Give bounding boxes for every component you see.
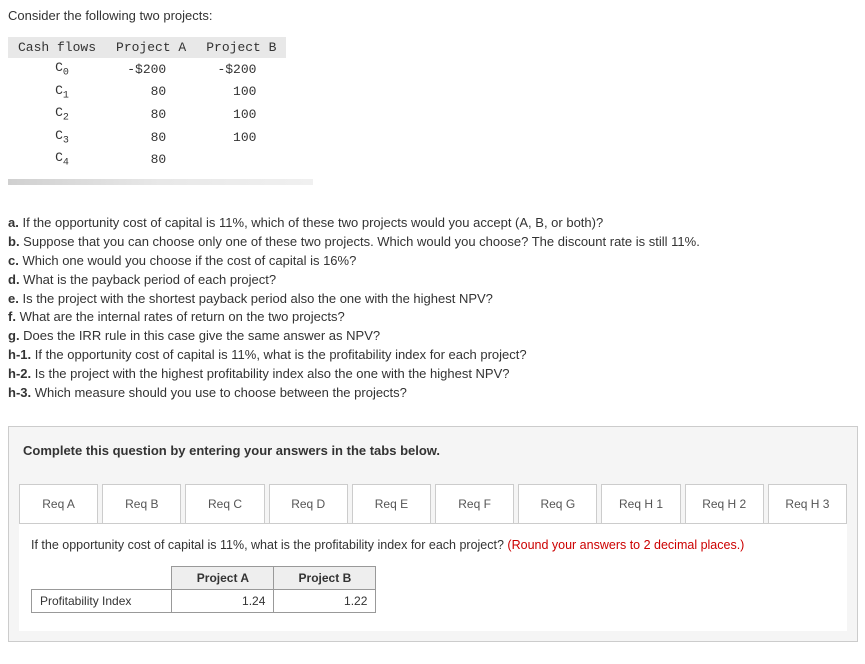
cell-b: 100 bbox=[196, 126, 286, 149]
tab-content: If the opportunity cost of capital is 11… bbox=[19, 523, 847, 631]
question-line: e. Is the project with the shortest payb… bbox=[8, 291, 858, 308]
answer-section: Complete this question by entering your … bbox=[8, 426, 858, 642]
question-letter: h-3. bbox=[8, 385, 35, 400]
question-letter: a. bbox=[8, 215, 22, 230]
question-line: d. What is the payback period of each pr… bbox=[8, 272, 858, 289]
tab-req-e[interactable]: Req E bbox=[352, 484, 431, 523]
cell-a: 80 bbox=[106, 148, 196, 171]
question-text: Does the IRR rule in this case give the … bbox=[23, 328, 380, 343]
cell-b bbox=[196, 148, 286, 171]
cell-a: -$200 bbox=[106, 58, 196, 81]
cell-b: -$200 bbox=[196, 58, 286, 81]
tab-req-h-3[interactable]: Req H 3 bbox=[768, 484, 847, 523]
intro-text: Consider the following two projects: bbox=[8, 8, 858, 23]
cell-b: 100 bbox=[196, 81, 286, 104]
tab-req-d[interactable]: Req D bbox=[269, 484, 348, 523]
question-letter: e. bbox=[8, 291, 22, 306]
question-text: Is the project with the shortest payback… bbox=[22, 291, 492, 306]
question-line: b. Suppose that you can choose only one … bbox=[8, 234, 858, 251]
question-letter: h-1. bbox=[8, 347, 35, 362]
question-text: Which one would you choose if the cost o… bbox=[22, 253, 356, 268]
tab-req-g[interactable]: Req G bbox=[518, 484, 597, 523]
table-row: C0-$200-$200 bbox=[8, 58, 286, 81]
cell-b: 100 bbox=[196, 103, 286, 126]
row-label: C3 bbox=[8, 126, 106, 149]
tab-req-a[interactable]: Req A bbox=[19, 484, 98, 523]
question-text: Which measure should you use to choose b… bbox=[35, 385, 407, 400]
tab-req-f[interactable]: Req F bbox=[435, 484, 514, 523]
question-text: Is the project with the highest profitab… bbox=[35, 366, 510, 381]
tabs-container: Req AReq BReq CReq DReq EReq FReq GReq H… bbox=[9, 484, 857, 523]
question-text: What are the internal rates of return on… bbox=[20, 309, 345, 324]
table-row: C480 bbox=[8, 148, 286, 171]
tab-instruction: If the opportunity cost of capital is 11… bbox=[31, 538, 835, 552]
question-letter: b. bbox=[8, 234, 23, 249]
question-text: If the opportunity cost of capital is 11… bbox=[22, 215, 603, 230]
col-header: Project A bbox=[172, 566, 274, 589]
table-row: C280100 bbox=[8, 103, 286, 126]
instruction-text: If the opportunity cost of capital is 11… bbox=[31, 538, 507, 552]
questions-block: a. If the opportunity cost of capital is… bbox=[8, 215, 858, 402]
question-line: h-2. Is the project with the highest pro… bbox=[8, 366, 858, 383]
question-text: Suppose that you can choose only one of … bbox=[23, 234, 700, 249]
question-letter: f. bbox=[8, 309, 20, 324]
row-label: C4 bbox=[8, 148, 106, 171]
row-label: C2 bbox=[8, 103, 106, 126]
tab-req-h-1[interactable]: Req H 1 bbox=[601, 484, 680, 523]
question-line: f. What are the internal rates of return… bbox=[8, 309, 858, 326]
tab-req-c[interactable]: Req C bbox=[185, 484, 264, 523]
question-line: h-3. Which measure should you use to cho… bbox=[8, 385, 858, 402]
table-row: C380100 bbox=[8, 126, 286, 149]
value-project-a[interactable]: 1.24 bbox=[172, 589, 274, 612]
col-header: Project B bbox=[196, 37, 286, 58]
answer-prompt: Complete this question by entering your … bbox=[9, 427, 857, 474]
col-header: Cash flows bbox=[8, 37, 106, 58]
question-letter: d. bbox=[8, 272, 23, 287]
blank-header bbox=[32, 566, 172, 589]
cell-a: 80 bbox=[106, 81, 196, 104]
question-letter: h-2. bbox=[8, 366, 35, 381]
cell-a: 80 bbox=[106, 103, 196, 126]
table-row: C180100 bbox=[8, 81, 286, 104]
row-label: C0 bbox=[8, 58, 106, 81]
question-letter: c. bbox=[8, 253, 22, 268]
question-line: a. If the opportunity cost of capital is… bbox=[8, 215, 858, 232]
question-line: h-1. If the opportunity cost of capital … bbox=[8, 347, 858, 364]
cell-a: 80 bbox=[106, 126, 196, 149]
col-header: Project A bbox=[106, 37, 196, 58]
value-project-b[interactable]: 1.22 bbox=[274, 589, 376, 612]
row-label: Profitability Index bbox=[32, 589, 172, 612]
question-letter: g. bbox=[8, 328, 23, 343]
cash-flow-table: Cash flows Project A Project B C0-$200-$… bbox=[8, 37, 286, 171]
progress-bar bbox=[8, 179, 313, 185]
col-header: Project B bbox=[274, 566, 376, 589]
instruction-red: (Round your answers to 2 decimal places.… bbox=[507, 538, 744, 552]
question-text: What is the payback period of each proje… bbox=[23, 272, 276, 287]
answer-table: Project A Project B Profitability Index … bbox=[31, 566, 376, 613]
tab-req-b[interactable]: Req B bbox=[102, 484, 181, 523]
row-label: C1 bbox=[8, 81, 106, 104]
question-text: If the opportunity cost of capital is 11… bbox=[35, 347, 527, 362]
question-line: g. Does the IRR rule in this case give t… bbox=[8, 328, 858, 345]
question-line: c. Which one would you choose if the cos… bbox=[8, 253, 858, 270]
tab-req-h-2[interactable]: Req H 2 bbox=[685, 484, 764, 523]
